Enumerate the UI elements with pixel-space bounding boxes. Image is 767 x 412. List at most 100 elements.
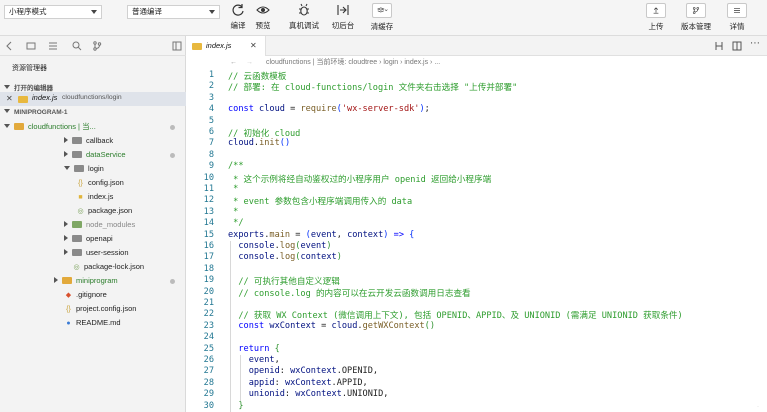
tree-item-index-js[interactable]: ■ index.js xyxy=(76,190,113,204)
tree-item-dataservice[interactable]: dataService xyxy=(64,148,126,162)
branch-icon xyxy=(686,3,706,18)
upload-label: 上传 xyxy=(648,22,664,31)
chevron-down-icon xyxy=(91,10,97,14)
code-line[interactable]: * event 参数包含小程序端调用传入的 data xyxy=(228,195,412,207)
more-icon[interactable]: ⋯ xyxy=(750,38,760,49)
code-token: // console.log 的内容可以在云开发云函数调用日志查看 xyxy=(228,288,471,299)
line-number: 24 xyxy=(203,332,214,343)
chevron-right-icon xyxy=(64,249,68,255)
code-line[interactable]: // 部署: 在 cloud-functions/login 文件夹右击选择 "… xyxy=(228,81,517,93)
tree-item-package-lock-json[interactable]: ◎ package-lock.json xyxy=(72,260,144,274)
breadcrumb-path[interactable]: cloudfunctions | 当前环境: cloudtree › login… xyxy=(266,56,440,70)
code-token: = xyxy=(315,320,332,331)
code-line[interactable]: unionid: wxContext.UNIONID, xyxy=(228,389,389,400)
code-line[interactable]: cloud.init() xyxy=(228,138,290,148)
close-icon[interactable]: ✕ xyxy=(6,94,13,103)
forward-icon[interactable]: → xyxy=(246,56,253,70)
mode-select[interactable]: 小程序模式 xyxy=(4,5,102,19)
tree-item-gitignore[interactable]: ◆ .gitignore xyxy=(64,288,107,302)
code-line[interactable]: const cloud = require('wx-server-sdk'); xyxy=(228,104,430,114)
window-icon[interactable] xyxy=(26,41,36,51)
tree-item-label: package.json xyxy=(88,206,133,215)
open-editor-item[interactable]: ✕ index.js cloudfunctions/login xyxy=(0,92,186,106)
compare-icon[interactable] xyxy=(714,41,724,51)
code-token: () xyxy=(424,320,436,331)
code-editor[interactable]: 1 // 云函数模板 2 // 部署: 在 cloud-functions/login… xyxy=(186,70,767,412)
code-token: require xyxy=(300,104,337,115)
code-line[interactable]: // 可执行其他自定义逻辑 xyxy=(228,275,339,287)
tree-item-callback[interactable]: callback xyxy=(64,134,113,148)
code-line[interactable]: */ xyxy=(228,218,243,228)
code-token: } xyxy=(238,400,244,411)
tree-item-openapi[interactable]: openapi xyxy=(64,232,113,246)
code-line[interactable]: event, xyxy=(228,355,280,365)
upload-button[interactable]: 上传 xyxy=(639,3,673,33)
code-line[interactable]: return { xyxy=(228,344,279,354)
chevron-down-icon xyxy=(4,85,10,89)
code-line[interactable]: // 初始化 cloud xyxy=(228,127,300,139)
code-line[interactable]: console.log(event) xyxy=(228,241,332,251)
code-token: event xyxy=(248,355,275,365)
split-editor-icon[interactable] xyxy=(732,41,742,51)
code-token: const xyxy=(228,104,260,115)
tree-item-label: cloudfunctions | 当... xyxy=(28,122,96,131)
line-number: 15 xyxy=(203,229,214,240)
status-dot xyxy=(170,279,175,284)
tree-item-package-json[interactable]: ◎ package.json xyxy=(76,204,132,218)
code-token: * xyxy=(228,184,239,194)
compile-mode-select[interactable]: 普通编译 xyxy=(127,5,220,19)
code-line[interactable]: appid: wxContext.APPID, xyxy=(228,378,368,388)
breadcrumb: ← → cloudfunctions | 当前环境: cloudtree › l… xyxy=(186,56,767,70)
preview-button[interactable]: 预览 xyxy=(246,3,280,33)
code-line[interactable]: // 云函数模板 xyxy=(228,70,287,82)
tree-item-cloudfunctions[interactable]: cloudfunctions | 当... xyxy=(4,120,96,134)
collapse-panel-icon[interactable] xyxy=(4,41,14,51)
code-token: * 这个示例将经自动鉴权过的小程序用户 openid 返回给小程序端 xyxy=(228,174,492,185)
search-icon[interactable] xyxy=(72,41,82,51)
tree-item-config-json[interactable]: {} config.json xyxy=(76,176,124,190)
tree-item-login[interactable]: login xyxy=(64,162,104,176)
list-icon[interactable] xyxy=(48,41,58,51)
code-line[interactable]: * 这个示例将经自动鉴权过的小程序用户 openid 返回给小程序端 xyxy=(228,173,491,185)
tree-item-project-config-json[interactable]: {} project.config.json xyxy=(64,302,136,316)
code-line[interactable]: const wxContext = cloud.getWXContext() xyxy=(228,321,435,331)
tree-item-miniprogram[interactable]: miniprogram xyxy=(54,274,118,288)
code-token: ) xyxy=(326,241,332,251)
code-line[interactable]: openid: wxContext.OPENID, xyxy=(228,366,378,376)
code-token: .UNIONID, xyxy=(341,389,389,400)
code-line[interactable]: // 获取 WX Context (微信调用上下文), 包括 OPENID、AP… xyxy=(228,309,682,321)
version-button[interactable]: 版本管理 xyxy=(679,3,713,33)
status-dot xyxy=(170,153,175,158)
details-label: 详情 xyxy=(729,22,745,31)
details-button[interactable]: 详情 xyxy=(720,3,754,33)
clear-cache-button[interactable]: 清缓存 xyxy=(365,3,399,33)
code-line[interactable]: console.log(context) xyxy=(228,252,342,262)
tree-item-label: node_modules xyxy=(86,220,136,229)
code-line[interactable]: * xyxy=(228,184,238,194)
split-panel-icon[interactable] xyxy=(172,41,182,51)
remote-debug-button[interactable]: 真机调试 xyxy=(287,3,321,33)
background-button[interactable]: 切后台 xyxy=(326,3,360,33)
folder-icon xyxy=(72,137,82,144)
js-file-icon: ■ xyxy=(78,194,83,201)
tab-index-js[interactable]: index.js ✕ xyxy=(186,36,266,56)
code-line[interactable]: exports.main = (event, context) => { xyxy=(228,230,414,240)
code-token: exports xyxy=(228,229,265,240)
back-icon[interactable]: ← xyxy=(230,56,237,70)
git-icon[interactable] xyxy=(92,41,102,51)
code-line[interactable]: /** xyxy=(228,161,244,171)
code-line[interactable]: // console.log 的内容可以在云开发云函数调用日志查看 xyxy=(228,287,471,299)
project-header[interactable]: MINIPROGRAM-1 xyxy=(4,109,67,116)
tree-item-user-session[interactable]: user-session xyxy=(64,246,129,260)
close-icon[interactable]: ✕ xyxy=(250,36,257,56)
code-token: ) xyxy=(336,252,342,263)
tree-item-node-modules[interactable]: node_modules xyxy=(64,218,135,232)
json-file-icon: {} xyxy=(66,306,71,313)
code-token: context xyxy=(300,252,337,263)
code-token: cloud xyxy=(331,320,358,331)
indent-guide xyxy=(240,355,241,401)
code-line[interactable]: * xyxy=(228,207,238,217)
tree-item-readme[interactable]: ● README.md xyxy=(64,316,120,330)
line-number: 26 xyxy=(203,355,214,365)
open-editors-header[interactable]: 打开的编辑器 xyxy=(4,82,53,92)
